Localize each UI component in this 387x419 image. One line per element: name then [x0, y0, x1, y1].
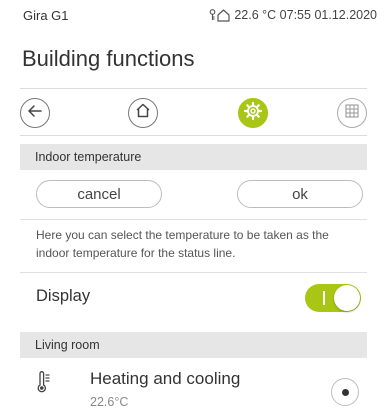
home-icon [135, 103, 151, 123]
page-title: Building functions [22, 46, 195, 71]
toggle-on-mark [323, 291, 325, 305]
ok-button[interactable]: ok [237, 180, 363, 208]
status-bar: Gira G1 22.6 °C 07:55 01.12.2020 [0, 0, 387, 34]
status-info: 22.6 °C 07:55 01.12.2020 [209, 8, 377, 22]
home-button[interactable] [128, 98, 158, 128]
status-temperature: 22.6 °C [234, 8, 277, 22]
status-date: 01.12.2020 [314, 8, 377, 22]
thermometer-icon [37, 371, 51, 398]
grid-icon [345, 103, 359, 123]
heating-cooling-radio[interactable] [331, 378, 359, 406]
description-text: Here you can select the temperature to b… [36, 228, 329, 260]
section-header-indoor-temperature: Indoor temperature [20, 144, 367, 170]
settings-button[interactable] [238, 98, 268, 128]
device-name: Gira G1 [23, 8, 69, 23]
heating-cooling-value: 22.6°C [90, 395, 129, 409]
display-toggle[interactable] [305, 284, 361, 312]
nav-bar [20, 88, 367, 136]
grid-button[interactable] [337, 98, 367, 128]
gear-icon [243, 101, 263, 126]
status-time: 07:55 [279, 8, 311, 22]
cancel-button[interactable]: cancel [36, 180, 162, 208]
heating-cooling-title: Heating and cooling [90, 369, 241, 388]
divider [20, 272, 367, 273]
divider [20, 219, 367, 220]
display-label: Display [36, 287, 91, 305]
section-header-living-room: Living room [20, 332, 367, 358]
back-button[interactable] [20, 98, 50, 128]
toggle-knob [334, 285, 360, 311]
back-arrow-icon [27, 104, 43, 123]
radio-selected-dot [341, 388, 349, 396]
key-house-icon [209, 8, 231, 22]
